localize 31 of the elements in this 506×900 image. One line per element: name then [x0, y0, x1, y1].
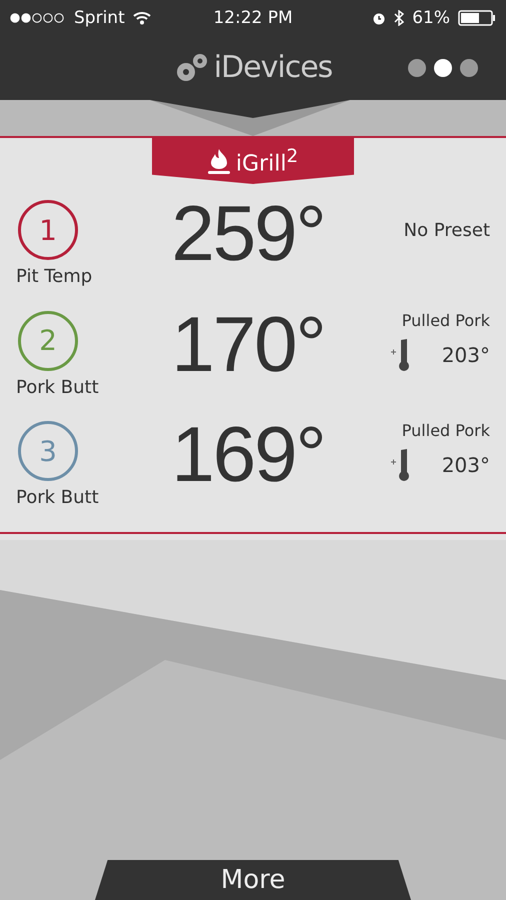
device-name: iGrill$^{2}$	[236, 146, 298, 176]
battery-icon	[458, 10, 496, 26]
battery-percent: 61%	[412, 8, 450, 28]
more-button[interactable]: More	[95, 860, 411, 900]
probe-label: Pit Temp	[16, 266, 92, 287]
probe-label: Pork Butt	[16, 487, 99, 508]
target-temperature: 203°	[442, 342, 490, 367]
alarm-icon	[372, 10, 386, 24]
probe-temperature: 169°	[170, 415, 326, 494]
wifi-icon	[132, 10, 151, 24]
flame-icon	[208, 148, 230, 174]
probe-number: 1	[18, 200, 78, 260]
preset-name: Pulled Pork	[402, 310, 490, 330]
preset-name: Pulled Pork	[402, 421, 490, 440]
target-temperature: 203°	[442, 453, 490, 478]
bluetooth-icon	[394, 10, 404, 26]
page-indicator-dot[interactable]	[408, 59, 426, 77]
probe-label: Pork Butt	[16, 376, 99, 398]
probe-temperature: 259°	[170, 194, 326, 272]
status-time: 12:22 PM	[213, 8, 293, 28]
thermometer-icon	[390, 448, 412, 482]
page-indicator-dot[interactable]	[434, 59, 452, 77]
page-indicator-dot[interactable]	[460, 59, 478, 77]
thermometer-icon	[390, 338, 412, 372]
probe-number: 3	[18, 421, 78, 482]
probe-temperature: 170°	[170, 304, 326, 383]
carrier-name: Sprint	[74, 8, 125, 28]
preset-name: No Preset	[404, 220, 490, 241]
probe-number: 2	[18, 310, 78, 371]
signal-icon	[10, 12, 66, 22]
app-logo: iDevices	[214, 50, 332, 85]
